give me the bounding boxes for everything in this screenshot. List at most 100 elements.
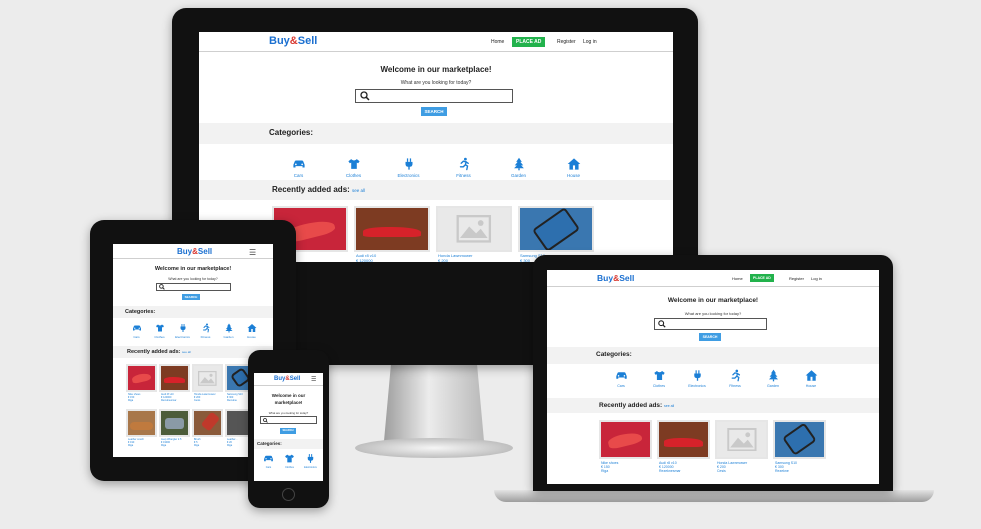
plug-icon [405, 158, 412, 170]
see-all-link[interactable]: see all [664, 404, 674, 408]
category-clothes[interactable]: Clothes [149, 323, 170, 339]
ad-caption[interactable]: Nike shoes€ 150Riga [601, 461, 654, 473]
nav-home[interactable]: Home [732, 276, 743, 281]
search-button[interactable]: SEARCH [421, 107, 447, 116]
category-label: Garden [767, 384, 779, 388]
tshirt-icon [653, 370, 665, 381]
category-fitness[interactable]: Fitness [195, 323, 216, 339]
welcome-title: Welcome in our marketplace! [380, 65, 492, 74]
search-question: What are you looking for today? [268, 411, 309, 415]
ad-caption[interactable]: Audi r8 v10€ 120000Rezeknesmar [356, 253, 432, 262]
nav-login[interactable]: Log in [583, 39, 597, 45]
category-electronics[interactable]: Electronics [172, 323, 193, 339]
nav-login[interactable]: Log in [811, 276, 822, 281]
ad-caption[interactable]: Nike shoes€ 150Riga [128, 393, 159, 403]
ad-caption[interactable]: Audi r8 v10€ 120000Rezeknesmar [659, 461, 712, 473]
category-garden[interactable]: Garden [755, 369, 791, 388]
nav-register[interactable]: Register [789, 276, 804, 281]
search-input[interactable] [156, 283, 231, 291]
category-house[interactable]: House [547, 157, 600, 178]
categories-band: Categories: [113, 306, 273, 318]
ad-thumbnail[interactable] [657, 420, 710, 459]
car-icon [615, 372, 627, 379]
ad-thumbnail[interactable] [126, 364, 157, 392]
category-house[interactable]: House [793, 369, 829, 388]
search-button[interactable]: SEARCH [280, 428, 296, 434]
nav-register[interactable]: Register [557, 39, 576, 45]
site-header: Buy&Sell Home PLACE AD Register Log in [547, 270, 879, 287]
category-label: Clothes [285, 466, 294, 469]
category-cars[interactable]: Cars [272, 157, 325, 178]
ad-caption[interactable]: Audi r8 v10€ 120000Rezeknesmar [161, 393, 192, 403]
category-label: Garden [223, 335, 234, 339]
ad-thumbnail[interactable] [192, 409, 223, 437]
ad-caption[interactable]: Honda Lawnmower€ 200Cesis [717, 461, 770, 473]
menu-icon[interactable]: ☰ [249, 248, 256, 257]
site-header: Buy&Sell Home PLACE AD Register Log in [199, 32, 673, 52]
site-logo[interactable]: Buy&Sell [597, 273, 634, 283]
ad-thumbnail[interactable] [599, 420, 652, 459]
categories-title: Categories: [269, 128, 314, 137]
ad-caption[interactable]: Samsung S10€ 300Rezekne [775, 461, 828, 473]
ad-thumbnail[interactable] [159, 364, 190, 392]
laptop: Buy&Sell Home PLACE AD Register Log in W… [533, 255, 893, 491]
search-input[interactable] [260, 416, 317, 424]
category-cars[interactable]: Cars [259, 453, 278, 469]
category-label: Garden [510, 173, 526, 178]
site-logo[interactable]: Buy&Sell [274, 376, 300, 382]
house-icon [805, 370, 817, 381]
ad-caption[interactable]: Jeep Wrangler 2.5 € 19000 Riga [161, 438, 192, 448]
site-logo[interactable]: Buy&Sell [269, 35, 317, 47]
ad-thumbnail[interactable] [126, 409, 157, 437]
ad-caption[interactable]: Honda Lawnmower€ 200Cesis [438, 253, 514, 262]
site-logo[interactable]: Buy&Sell [177, 247, 212, 256]
ad-thumbnail[interactable] [773, 420, 826, 459]
category-electronics[interactable]: Electronics [301, 453, 320, 469]
phone-header: Buy&Sell ☰ [254, 373, 323, 386]
car-icon [132, 325, 141, 331]
search-input[interactable] [654, 318, 767, 330]
ad-thumbnail[interactable] [518, 206, 594, 252]
ad-thumbnail[interactable] [192, 364, 223, 392]
ad-caption[interactable]: Honda Lawnmower€ 200Cesis [194, 393, 225, 403]
place-ad-button[interactable]: PLACE AD [512, 37, 546, 47]
category-clothes[interactable]: Clothes [327, 157, 380, 178]
category-electronics[interactable]: Electronics [679, 369, 715, 388]
ad-location: Cesis [717, 469, 726, 474]
category-cars[interactable]: Cars [126, 323, 147, 339]
see-all-link[interactable]: see all [182, 350, 191, 354]
search-question: What are you looking for today? [400, 80, 472, 86]
welcome-title-line1: Welcome in our [271, 393, 306, 398]
search-input[interactable] [355, 89, 513, 103]
category-clothes[interactable]: Clothes [641, 369, 677, 388]
tshirt-icon [155, 324, 164, 332]
nav-home[interactable]: Home [491, 39, 504, 45]
place-ad-button[interactable]: PLACE AD [750, 274, 774, 282]
ad-location: Riga [128, 398, 134, 402]
ad-thumbnail[interactable] [159, 409, 190, 437]
category-cars[interactable]: Cars [603, 369, 639, 388]
category-house[interactable]: House [241, 323, 262, 339]
recent-band: Recently added ads: see all [547, 398, 879, 413]
category-fitness[interactable]: Fitness [717, 369, 753, 388]
category-electronics[interactable]: Electronics [382, 157, 435, 178]
ad-thumbnail[interactable] [715, 420, 768, 459]
categories-title: Categories: [257, 441, 282, 446]
category-label: Fitness [200, 335, 211, 339]
search-icon [360, 91, 370, 101]
category-clothes[interactable]: Clothes [280, 453, 299, 469]
see-all-link[interactable]: see all [352, 188, 365, 193]
ad-caption[interactable]: Leather couch € 190 Riga [128, 438, 159, 448]
category-label: Clothes [154, 335, 165, 339]
search-button[interactable]: SEARCH [182, 294, 200, 300]
home-button[interactable] [282, 488, 295, 501]
laptop-base [494, 490, 934, 502]
menu-icon[interactable]: ☰ [311, 376, 316, 383]
category-garden[interactable]: Garden [492, 157, 545, 178]
ad-thumbnail[interactable] [436, 206, 512, 252]
ad-thumbnail[interactable] [354, 206, 430, 252]
category-fitness[interactable]: Fitness [437, 157, 490, 178]
search-button[interactable]: SEARCH [699, 333, 721, 341]
category-garden[interactable]: Garden [218, 323, 239, 339]
ad-caption[interactable]: Brush € 5 Riga [194, 438, 225, 448]
